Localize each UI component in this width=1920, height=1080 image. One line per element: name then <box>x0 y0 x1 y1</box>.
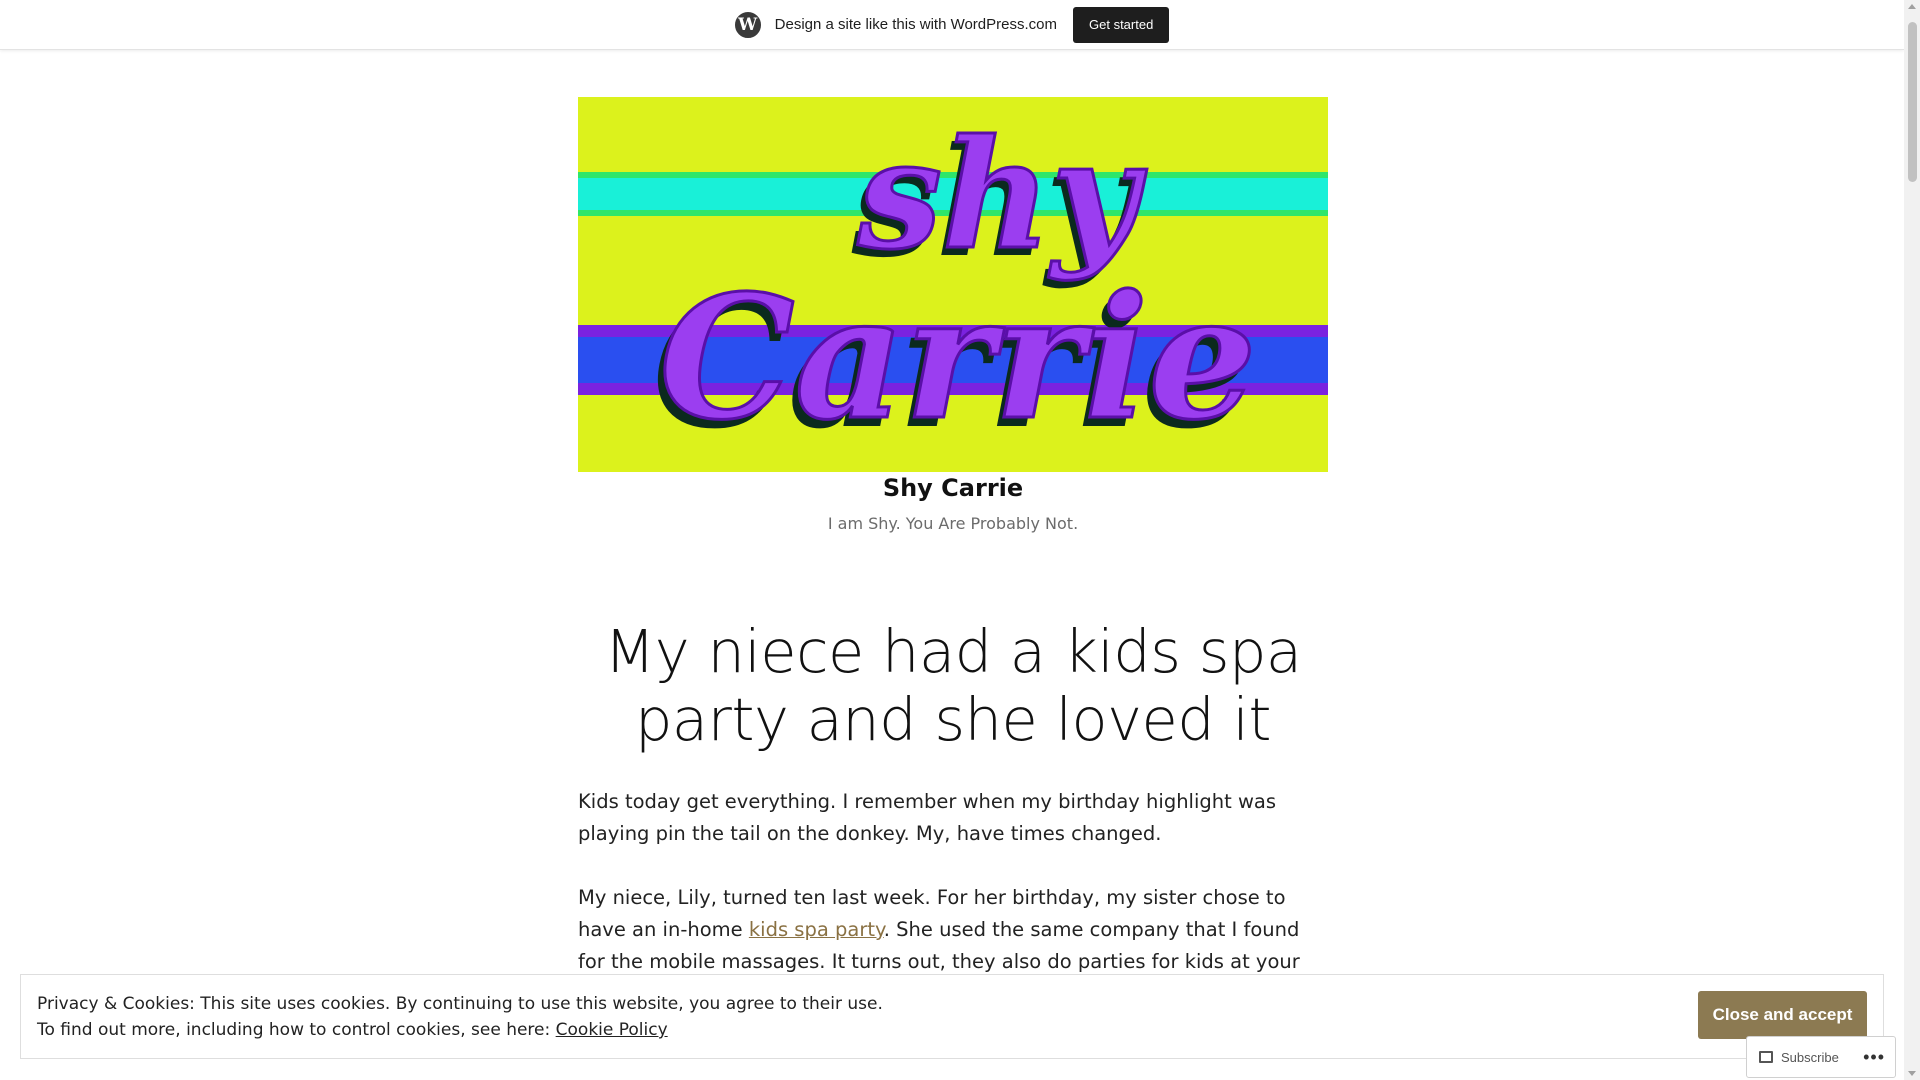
wordpress-promo-bar: W Design a site like this with WordPress… <box>0 0 1904 50</box>
post-paragraph-1: Kids today get everything. I remember wh… <box>578 790 1277 845</box>
reader-icon <box>1759 1051 1773 1063</box>
scrollbar-thumb[interactable] <box>1908 22 1917 182</box>
kids-spa-party-link[interactable]: kids spa party <box>749 918 884 941</box>
promo-text: Design a site like this with WordPress.c… <box>774 16 1057 33</box>
site-tagline: I am Shy. You Are Probably Not. <box>827 514 1079 533</box>
svg-text:shy: shy <box>857 107 1148 283</box>
scroll-up-arrow-icon[interactable] <box>1908 4 1916 9</box>
cookie-policy-link[interactable]: Cookie Policy <box>556 1020 668 1040</box>
cookie-notice-text: Privacy & Cookies: This site uses cookie… <box>37 991 883 1043</box>
subscribe-widget: Subscribe ••• <box>1746 1036 1896 1078</box>
scroll-down-arrow-icon[interactable] <box>1908 1071 1916 1076</box>
cookie-notice-line-1: Privacy & Cookies: This site uses cookie… <box>37 994 883 1014</box>
post-title: My niece had a kids spa party and she lo… <box>604 617 1302 754</box>
page-scrollbar[interactable] <box>1904 0 1920 1080</box>
shy-carrie-logo-graphic: shy shy Carrie Carrie <box>578 97 1328 472</box>
cookie-notice-line-2: To find out more, including how to contr… <box>37 1017 883 1043</box>
wordpress-logo-icon[interactable]: W <box>734 11 761 38</box>
site-header-image[interactable]: shy shy Carrie Carrie <box>578 97 1328 472</box>
close-and-accept-button[interactable]: Close and accept <box>1698 991 1867 1039</box>
more-options-icon[interactable]: ••• <box>1863 1047 1885 1068</box>
get-started-button[interactable]: Get started <box>1073 6 1170 43</box>
cookie-notice-prefix: To find out more, including how to contr… <box>37 1020 556 1040</box>
site-title[interactable]: Shy Carrie <box>578 474 1328 502</box>
subscribe-button[interactable]: Subscribe <box>1781 1050 1839 1065</box>
cookie-consent-banner: Privacy & Cookies: This site uses cookie… <box>20 974 1884 1059</box>
svg-text:Carrie: Carrie <box>659 258 1256 458</box>
